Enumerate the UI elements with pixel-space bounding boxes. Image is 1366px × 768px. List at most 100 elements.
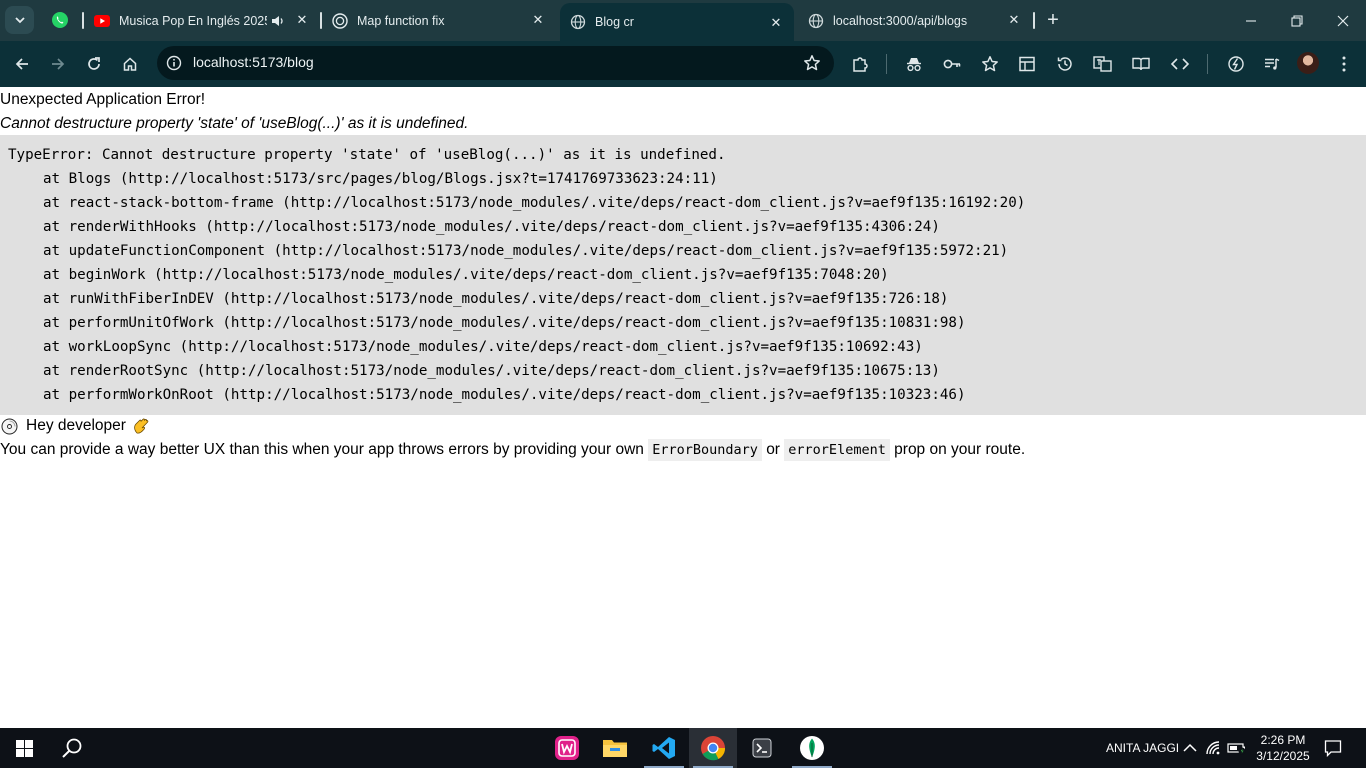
notification-center-button[interactable] [1323, 738, 1343, 758]
chatgpt-icon [332, 12, 348, 29]
address-url[interactable]: localhost:5173/blog [193, 54, 314, 70]
incognito-icon [907, 58, 921, 72]
hint-prefix: You can provide a way better UX than thi… [0, 441, 644, 458]
windows-taskbar: ANITA JAGGI 2:26 PM 3/12/2025 [0, 728, 1366, 768]
reload-icon [88, 57, 100, 70]
stack-header: TypeError: Cannot destructure property '… [8, 147, 726, 163]
home-button[interactable] [115, 49, 145, 79]
error-message: Cannot destructure property 'state' of '… [0, 115, 469, 132]
collections-button[interactable] [1015, 52, 1039, 76]
toolbar-separator [886, 54, 887, 74]
taskbar-app-terminal[interactable] [738, 728, 786, 768]
stack-frame: at Blogs (http://localhost:5173/src/page… [43, 171, 718, 187]
more-vertical-icon [1342, 56, 1346, 72]
waving-hand-icon [132, 417, 150, 435]
stack-frame: at runWithFiberInDEV (http://localhost:5… [43, 291, 949, 307]
clock-date: 3/12/2025 [1256, 749, 1310, 763]
vscode-icon [652, 737, 675, 759]
close-tab-icon[interactable]: ✕ [294, 12, 310, 28]
collections-icon [1019, 56, 1035, 72]
translate-button[interactable] [1091, 52, 1115, 76]
battery-button[interactable] [1227, 738, 1247, 758]
tab-search-button[interactable] [5, 6, 34, 34]
notification-icon [1324, 740, 1342, 757]
taskbar-app-mongodb[interactable] [788, 728, 836, 768]
address-bar[interactable]: localhost:5173/blog [157, 46, 834, 80]
terminal-icon [752, 738, 772, 758]
close-tab-icon[interactable]: ✕ [1006, 12, 1022, 28]
tab-title: localhost:3000/api/blogs [833, 13, 968, 28]
passwords-button[interactable] [940, 52, 964, 76]
tab-title: Map function fix [357, 13, 445, 28]
taskbar-app-chrome[interactable] [689, 728, 737, 768]
tab-musica-pop[interactable]: Musica Pop En Inglés 2025 ✕ [84, 0, 318, 41]
globe-icon [808, 13, 824, 29]
stack-frame: at beginWork (http://localhost:5173/node… [43, 267, 889, 283]
tab-blog-cr[interactable]: Blog cr ✕ [560, 3, 794, 41]
hint-text: You can provide a way better UX than thi… [0, 439, 1026, 461]
reload-button[interactable] [79, 49, 109, 79]
disc-icon [0, 417, 18, 435]
playlist-icon [1265, 58, 1280, 70]
restore-icon [1291, 14, 1303, 27]
pinned-tab-whatsapp[interactable] [46, 6, 74, 34]
code-icon [1170, 58, 1190, 70]
bookmark-star-icon[interactable] [802, 53, 822, 73]
clock-time: 2:26 PM [1260, 733, 1306, 747]
stack-frame: at performWorkOnRoot (http://localhost:5… [43, 387, 966, 403]
browser-tab-strip: Musica Pop En Inglés 2025 ✕ Map function… [0, 0, 1366, 41]
mongodb-compass-icon [800, 736, 824, 760]
taskbar-search-button[interactable] [48, 728, 96, 768]
chrome-icon [701, 736, 726, 761]
reading-view-button[interactable] [1129, 52, 1153, 76]
stack-frame: at renderRootSync (http://localhost:5173… [43, 363, 940, 379]
tab-localhost-api-blogs[interactable]: localhost:3000/api/blogs ✕ [798, 0, 1032, 41]
chevron-up-icon [1183, 743, 1197, 752]
taskbar-app-file-explorer[interactable] [591, 728, 639, 768]
incognito-extension-button[interactable] [902, 52, 926, 76]
minimize-button[interactable] [1228, 0, 1274, 41]
back-button[interactable] [7, 49, 37, 79]
key-icon [943, 59, 961, 69]
globe-icon [570, 14, 586, 30]
start-button[interactable] [0, 728, 48, 768]
hint-suffix: prop on your route. [894, 441, 1026, 458]
close-window-button[interactable] [1320, 0, 1366, 41]
settings-menu-button[interactable] [1332, 52, 1356, 76]
favorites-button[interactable] [978, 52, 1002, 76]
error-title: Unexpected Application Error! [0, 91, 206, 108]
taskbar-app-wamp[interactable] [543, 728, 591, 768]
close-tab-icon[interactable]: ✕ [530, 12, 546, 28]
taskbar-user-name[interactable]: ANITA JAGGI [1106, 741, 1179, 755]
restore-button[interactable] [1274, 0, 1320, 41]
extensions-button[interactable] [848, 52, 872, 76]
browser-toolbar: localhost:5173/blog [0, 41, 1366, 87]
forward-button[interactable] [43, 49, 73, 79]
translate-icon [1093, 56, 1112, 72]
history-button[interactable] [1053, 52, 1077, 76]
close-tab-icon[interactable]: ✕ [768, 15, 784, 31]
hey-developer-text: Hey developer [26, 417, 126, 434]
chevron-down-icon [14, 17, 25, 24]
taskbar-app-vscode[interactable] [640, 728, 688, 768]
devtools-button[interactable] [1168, 52, 1192, 76]
profile-avatar[interactable] [1297, 52, 1319, 74]
search-icon [62, 738, 82, 758]
page-content: Unexpected Application Error! Cannot des… [0, 87, 1366, 728]
minimize-icon [1246, 19, 1256, 22]
arrow-left-icon [15, 58, 28, 70]
whatsapp-icon [52, 12, 68, 28]
favorites-star-icon [982, 56, 998, 72]
speaker-icon[interactable] [270, 13, 286, 29]
close-icon [1337, 15, 1349, 26]
performance-button[interactable] [1224, 52, 1248, 76]
site-info-icon[interactable] [165, 54, 183, 72]
toolbar-separator [1207, 54, 1208, 74]
hey-developer-line: Hey developer [0, 417, 150, 435]
network-button[interactable] [1204, 738, 1224, 758]
tab-map-function-fix[interactable]: Map function fix ✕ [322, 0, 556, 41]
taskbar-clock[interactable]: 2:26 PM 3/12/2025 [1254, 732, 1312, 764]
show-hidden-icons-button[interactable] [1180, 738, 1200, 758]
media-control-button[interactable] [1260, 52, 1284, 76]
new-tab-button[interactable]: + [1042, 9, 1064, 31]
